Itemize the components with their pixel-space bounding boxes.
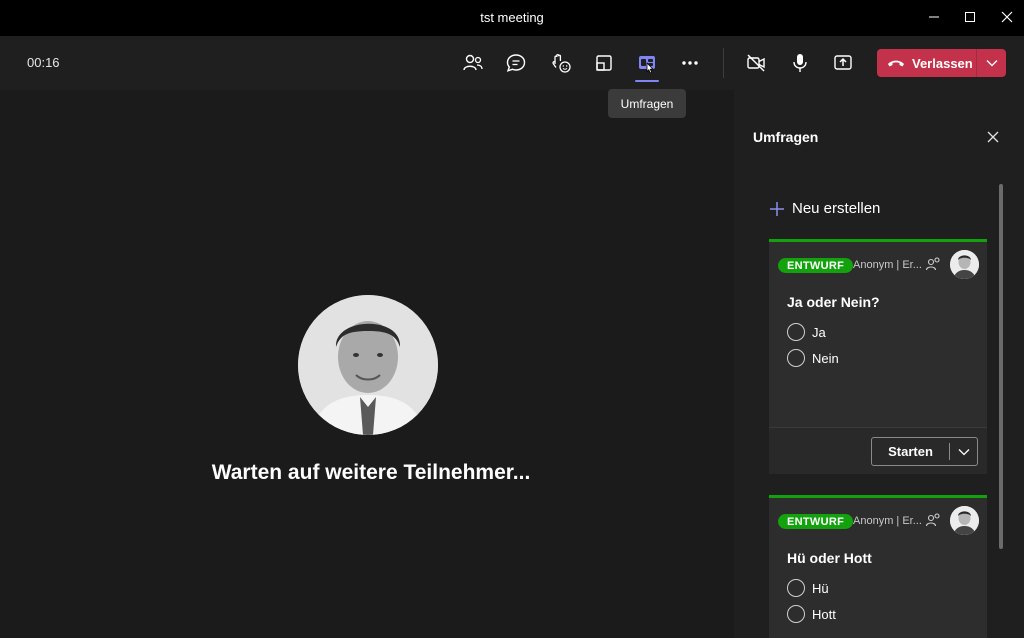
minimize-icon xyxy=(929,16,939,18)
chat-button[interactable] xyxy=(502,50,530,76)
waiting-message: Warten auf weitere Teilnehmer... xyxy=(211,461,531,484)
maximize-button[interactable] xyxy=(953,4,987,30)
toolbar-divider xyxy=(723,48,724,78)
author-avatar xyxy=(950,250,979,279)
option-label: Hott xyxy=(812,606,836,622)
leave-button-group: Verlassen xyxy=(877,49,1006,77)
author-avatar xyxy=(950,506,979,535)
microphone-icon xyxy=(793,54,807,72)
plus-icon xyxy=(769,201,785,217)
maximize-icon xyxy=(965,12,975,22)
panel-close-button[interactable] xyxy=(984,128,1002,146)
close-icon xyxy=(1001,11,1013,23)
new-poll-button[interactable]: Neu erstellen xyxy=(769,200,880,217)
start-poll-button[interactable]: Starten xyxy=(872,444,949,459)
leave-label: Verlassen xyxy=(912,55,973,71)
more-dots-icon xyxy=(682,61,698,65)
share-tray-icon xyxy=(834,55,852,70)
leave-options-button[interactable] xyxy=(977,49,1006,77)
camera-off-icon xyxy=(747,54,765,72)
new-poll-label: Neu erstellen xyxy=(792,200,881,217)
close-icon xyxy=(987,131,999,143)
poll-card[interactable]: ENTWURF Anonym | Er... Ja oder Nein? Ja … xyxy=(769,239,987,474)
chat-icon xyxy=(506,54,526,72)
share-screen-button[interactable] xyxy=(829,50,857,76)
option-label: Ja xyxy=(812,324,826,340)
microphone-button[interactable] xyxy=(786,50,814,76)
start-options-button[interactable] xyxy=(950,448,977,456)
option-label: Hü xyxy=(812,580,829,596)
poll-meta: Anonym | Er... xyxy=(853,259,921,271)
poll-card[interactable]: ENTWURF Anonym | Er... Hü oder Hott Hü H… xyxy=(769,495,987,638)
poll-option[interactable]: Hü xyxy=(787,579,829,597)
status-badge: ENTWURF xyxy=(778,258,854,273)
people-icon xyxy=(925,513,940,527)
raise-hand-emoji-icon xyxy=(552,53,571,73)
person-photo-icon xyxy=(298,295,438,435)
poll-question: Hü oder Hott xyxy=(787,550,872,566)
close-window-button[interactable] xyxy=(990,4,1024,30)
radio-button[interactable] xyxy=(787,323,805,341)
people-icon xyxy=(925,257,940,271)
start-button-group: Starten xyxy=(871,437,978,466)
meeting-toolbar: 00:16 Verlassen xyxy=(0,36,1024,90)
radio-button[interactable] xyxy=(787,605,805,623)
polls-tooltip: Umfragen xyxy=(608,89,686,118)
radio-button[interactable] xyxy=(787,349,805,367)
camera-button[interactable] xyxy=(742,50,770,76)
title-bar: tst meeting xyxy=(0,0,1024,36)
polls-panel: Umfragen Neu erstellen ENTWURF Anonym | … xyxy=(734,90,1024,638)
more-actions-button[interactable] xyxy=(676,50,704,76)
chevron-down-icon xyxy=(958,448,969,455)
card-footer: Starten xyxy=(769,427,987,474)
polls-button[interactable] xyxy=(633,50,661,82)
poll-question: Ja oder Nein? xyxy=(787,294,880,310)
window-title: tst meeting xyxy=(480,10,544,25)
poll-option[interactable]: Hott xyxy=(787,605,836,623)
chevron-down-icon xyxy=(986,60,997,67)
rooms-button[interactable] xyxy=(590,50,618,76)
participants-button[interactable] xyxy=(459,50,487,76)
meeting-stage: Warten auf weitere Teilnehmer... xyxy=(0,90,734,638)
option-label: Nein xyxy=(812,350,839,366)
people-icon xyxy=(463,54,483,71)
minimize-button[interactable] xyxy=(917,4,951,30)
reactions-button[interactable] xyxy=(547,50,575,76)
poll-option[interactable]: Ja xyxy=(787,323,826,341)
poll-meta: Anonym | Er... xyxy=(853,515,921,527)
panel-title: Umfragen xyxy=(753,129,819,145)
call-timer: 00:16 xyxy=(27,55,60,70)
status-badge: ENTWURF xyxy=(778,514,854,529)
polls-app-icon xyxy=(639,56,655,74)
poll-option[interactable]: Nein xyxy=(787,349,839,367)
panel-scrollbar[interactable] xyxy=(999,184,1003,549)
breakout-rooms-icon xyxy=(596,55,612,71)
participant-avatar xyxy=(298,295,438,435)
hang-up-icon xyxy=(888,60,904,67)
radio-button[interactable] xyxy=(787,579,805,597)
leave-button[interactable]: Verlassen xyxy=(877,49,976,77)
